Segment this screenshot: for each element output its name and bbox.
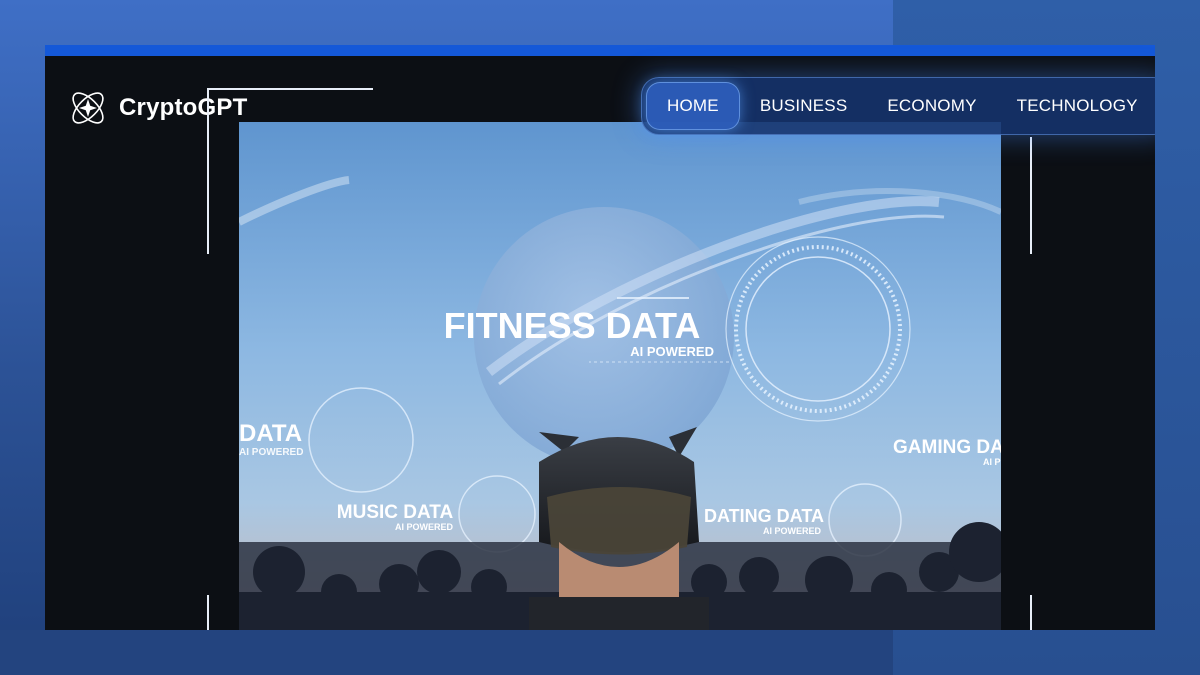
frame-line-top <box>207 88 373 90</box>
nav-economy[interactable]: ECONOMY <box>867 83 996 129</box>
data-left-ai-powered: AI POWERED <box>239 447 303 458</box>
brand[interactable]: CryptoGPT <box>67 87 247 129</box>
data-label-left: DATA <box>239 420 302 447</box>
hero-scene: FITNESS DATA AI POWERED DATA AI POWERED … <box>239 122 1001 630</box>
frame-line-right-upper <box>1030 137 1032 254</box>
gaming-ai-powered-label: AI P <box>983 457 1001 467</box>
gaming-data-label: GAMING DA <box>893 437 1001 458</box>
main-nav: HOME BUSINESS ECONOMY TECHNOLOGY <box>641 77 1155 135</box>
brand-name: CryptoGPT <box>119 94 248 121</box>
dating-ai-powered-label: AI POWERED <box>763 526 822 536</box>
fitness-data-label: FITNESS DATA <box>444 305 701 346</box>
nav-technology[interactable]: TECHNOLOGY <box>997 83 1155 129</box>
fitness-ai-powered-label: AI POWERED <box>630 344 714 359</box>
atom-star-icon <box>72 92 104 124</box>
music-ai-powered-label: AI POWERED <box>395 522 454 532</box>
helmet-figure <box>529 427 709 630</box>
window-top-bar <box>45 45 1155 56</box>
frame-line-right-lower <box>1030 595 1032 630</box>
background-band <box>0 630 893 675</box>
frame-line-left-upper <box>207 88 209 254</box>
website-window: CryptoGPT FITNESS DATA AI POWERED DATA A… <box>45 45 1155 630</box>
nav-business[interactable]: BUSINESS <box>740 83 868 129</box>
hero-video[interactable]: FITNESS DATA AI POWERED DATA AI POWERED … <box>239 122 1001 630</box>
nav-home[interactable]: HOME <box>646 82 740 130</box>
dating-data-label: DATING DATA <box>704 506 824 526</box>
frame-line-left-lower <box>207 595 209 630</box>
music-data-label: MUSIC DATA <box>337 502 454 523</box>
